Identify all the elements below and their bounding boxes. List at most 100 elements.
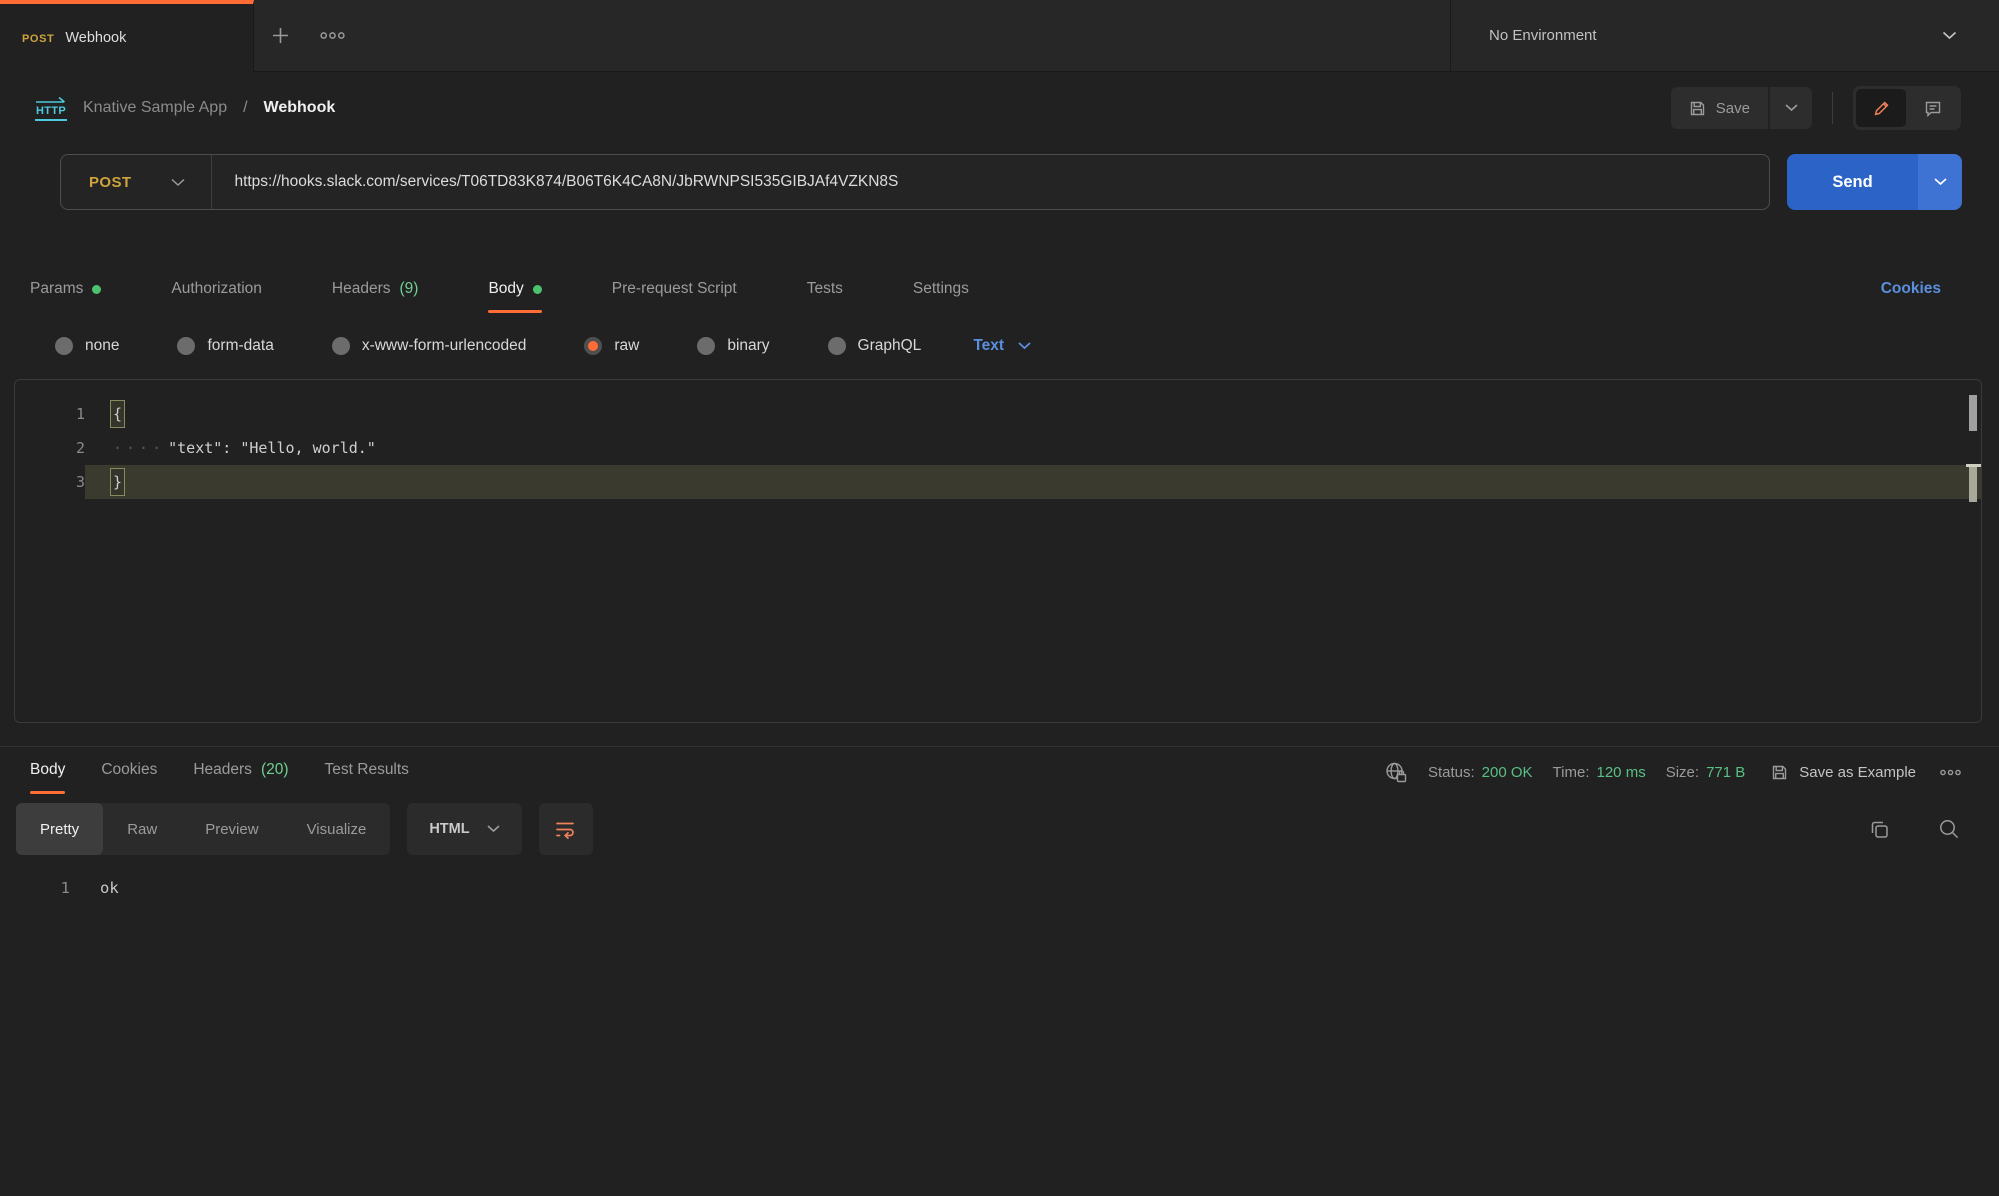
response-view-switcher: Pretty Raw Preview Visualize [16, 803, 390, 855]
request-tab[interactable]: POST Webhook [0, 0, 254, 72]
save-options-button[interactable] [1770, 87, 1812, 129]
radio-graphql-label: GraphQL [858, 337, 922, 355]
tab-authorization-label: Authorization [171, 280, 261, 298]
editor-code: } [85, 465, 1981, 499]
radio-circle [697, 337, 715, 355]
editor-scrollbar[interactable] [1966, 380, 1981, 722]
editor-line[interactable]: 2 ···· "text": "Hello, world." [15, 431, 1981, 465]
url-input[interactable]: https://hooks.slack.com/services/T06TD83… [212, 173, 920, 191]
chevron-down-icon [1934, 178, 1947, 186]
bracket-match-highlight: { [110, 400, 125, 428]
header-actions: Save [1671, 86, 1961, 130]
radio-form-data[interactable]: form-data [177, 337, 273, 355]
view-pretty[interactable]: Pretty [16, 803, 103, 855]
time-label: Time: [1553, 764, 1590, 781]
response-tab-cookies[interactable]: Cookies [101, 761, 157, 794]
environment-selector[interactable]: No Environment [1450, 0, 1999, 71]
breadcrumb-separator: / [243, 99, 247, 117]
editor-code: { [85, 397, 1981, 431]
send-button[interactable]: Send [1787, 154, 1918, 210]
radio-raw[interactable]: raw [584, 337, 639, 355]
ellipsis-icon [1940, 769, 1961, 776]
size-value: 771 B [1706, 764, 1745, 781]
copy-icon[interactable] [1869, 819, 1890, 840]
floppy-disk-icon [1689, 100, 1706, 117]
tab-settings[interactable]: Settings [913, 280, 969, 313]
raw-format-selector[interactable]: Text [973, 337, 1031, 355]
url-row: POST https://hooks.slack.com/services/T0… [0, 144, 1999, 210]
comments-button[interactable] [1908, 89, 1958, 127]
save-button[interactable]: Save [1671, 87, 1768, 129]
new-tab-button[interactable] [254, 0, 306, 71]
response-tab-headers[interactable]: Headers (20) [193, 761, 288, 794]
bracket-match-highlight: } [110, 468, 125, 496]
status-label: Status: [1428, 764, 1475, 781]
response-section: Body Cookies Headers (20) Test Results S… [0, 746, 1999, 897]
method-label: POST [89, 174, 131, 191]
request-body-editor[interactable]: 1 { 2 ···· "text": "Hello, world." 3 } [14, 379, 1982, 723]
radio-circle [177, 337, 195, 355]
radio-binary[interactable]: binary [697, 337, 769, 355]
radio-circle [332, 337, 350, 355]
tab-body[interactable]: Body [488, 280, 541, 313]
status-value: 200 OK [1482, 764, 1533, 781]
tab-headers[interactable]: Headers (9) [332, 280, 419, 313]
tab-tests[interactable]: Tests [807, 280, 843, 313]
edit-request-button[interactable] [1856, 89, 1906, 127]
response-tab-test-results-label: Test Results [325, 761, 409, 779]
chevron-down-icon [1942, 31, 1957, 40]
response-tab-headers-label: Headers [193, 761, 252, 779]
view-visualize[interactable]: Visualize [283, 803, 391, 855]
breadcrumb: HTTP Knative Sample App / Webhook [35, 96, 335, 121]
tab-options-button[interactable] [306, 0, 358, 71]
response-header: Body Cookies Headers (20) Test Results S… [0, 747, 1999, 794]
radio-x-www-form-urlencoded[interactable]: x-www-form-urlencoded [332, 337, 527, 355]
tab-strip: POST Webhook No Environment [0, 0, 1999, 72]
editor-line-current[interactable]: 3 } [15, 465, 1981, 499]
response-format-selector[interactable]: HTML [407, 803, 521, 855]
breadcrumb-collection[interactable]: Knative Sample App [83, 99, 227, 117]
wrap-lines-button[interactable] [539, 803, 593, 855]
globe-lock-icon[interactable] [1384, 761, 1408, 784]
breadcrumb-request-name[interactable]: Webhook [264, 99, 336, 117]
response-tab-test-results[interactable]: Test Results [325, 761, 409, 794]
response-tools-right [1869, 818, 1960, 840]
response-toolbar: Pretty Raw Preview Visualize HTML [0, 794, 1999, 855]
comment-icon [1924, 100, 1942, 117]
response-body-text: ok [70, 879, 119, 897]
radio-graphql[interactable]: GraphQL [828, 337, 922, 355]
response-tab-body[interactable]: Body [30, 761, 65, 794]
divider [1832, 92, 1833, 124]
save-as-example-button[interactable]: Save as Example [1771, 764, 1916, 781]
radio-circle [55, 337, 73, 355]
chevron-down-icon [171, 178, 185, 187]
active-tab-underline [30, 791, 65, 794]
view-preview[interactable]: Preview [181, 803, 282, 855]
tab-params[interactable]: Params [30, 280, 101, 313]
cookies-link[interactable]: Cookies [1881, 280, 1941, 313]
floppy-disk-icon [1771, 764, 1788, 781]
request-tabs: Params Authorization Headers (9) Body Pr… [0, 210, 1999, 313]
response-tab-cookies-label: Cookies [101, 761, 157, 779]
radio-none[interactable]: none [55, 337, 119, 355]
tab-pre-request-script[interactable]: Pre-request Script [612, 280, 737, 313]
response-meta: Status: 200 OK Time: 120 ms Size: 771 B … [1384, 761, 1961, 794]
tab-params-label: Params [30, 280, 83, 298]
view-raw[interactable]: Raw [103, 803, 181, 855]
ellipsis-icon [320, 31, 345, 40]
chevron-down-icon [487, 825, 500, 833]
response-options-button[interactable] [1940, 769, 1961, 776]
body-active-dot [533, 285, 542, 294]
search-icon[interactable] [1938, 818, 1960, 840]
time-group: Time: 120 ms [1553, 764, 1646, 781]
method-selector[interactable]: POST [61, 174, 211, 191]
response-body[interactable]: 1 ok [0, 855, 1999, 897]
tab-authorization[interactable]: Authorization [171, 280, 261, 313]
response-headers-count: (20) [261, 761, 289, 779]
send-options-button[interactable] [1918, 154, 1962, 210]
scrollbar-thumb[interactable] [1969, 395, 1977, 431]
overview-ruler-marker [1969, 467, 1977, 502]
response-tab-body-label: Body [30, 761, 65, 779]
line-number: 2 [15, 431, 85, 465]
editor-line[interactable]: 1 { [15, 397, 1981, 431]
